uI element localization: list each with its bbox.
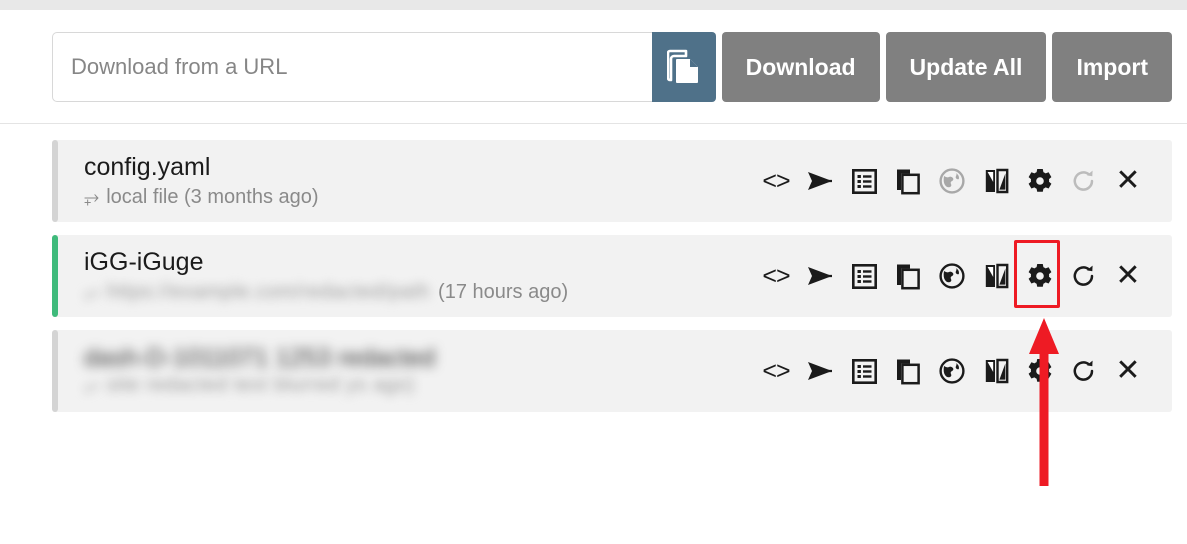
row-title: dash-D-1011071 1253 redacted — [84, 344, 754, 372]
paste-from-clipboard-button[interactable] — [651, 32, 716, 102]
toolbar-header: Download Update All Import — [0, 10, 1187, 124]
row-subtitle-timestamp: ys ago) — [345, 374, 415, 396]
row-status-accent — [52, 330, 58, 412]
copy-icon[interactable] — [886, 159, 930, 203]
row-action-icons: <> ✕ — [754, 349, 1150, 393]
send-icon[interactable] — [798, 159, 842, 203]
code-icon[interactable]: <> — [754, 159, 798, 203]
close-icon[interactable]: ✕ — [1106, 349, 1150, 393]
book-split-icon[interactable] — [974, 254, 1018, 298]
close-icon[interactable]: ✕ — [1106, 254, 1150, 298]
row-text-block: config.yaml ⥅ local file (3 months ago) — [84, 152, 754, 210]
row-subtitle-redacted: https://example.com/redacted/path — [106, 281, 431, 303]
row-text-block: dash-D-1011071 1253 redacted ⥅ site reda… — [84, 344, 754, 398]
row-subtitle: ⥅ site redacted text blurred ys ago) — [84, 372, 754, 398]
row-subtitle: ⥅ https://example.com/redacted/path (17 … — [84, 279, 754, 305]
row-title-redacted: dash-D-1011071 1253 redacted — [84, 344, 436, 372]
close-icon[interactable]: ✕ — [1106, 159, 1150, 203]
row-title: iGG-iGuge — [84, 248, 204, 276]
update-all-button[interactable]: Update All — [885, 32, 1047, 102]
download-button[interactable]: Download — [721, 32, 880, 102]
globe-icon[interactable] — [930, 349, 974, 393]
copy-icon[interactable] — [886, 254, 930, 298]
close-glyph: ✕ — [1115, 164, 1141, 197]
close-glyph: ✕ — [1115, 354, 1141, 387]
refresh-icon[interactable] — [1062, 349, 1106, 393]
globe-icon[interactable] — [930, 254, 974, 298]
table-row[interactable]: iGG-iGuge ⥅ https://example.com/redacted… — [52, 235, 1172, 317]
send-icon[interactable] — [798, 349, 842, 393]
table-row[interactable]: config.yaml ⥅ local file (3 months ago) … — [52, 140, 1172, 222]
hook-arrow-icon: ⥅ — [84, 281, 100, 303]
row-status-accent — [52, 140, 58, 222]
code-icon[interactable]: <> — [754, 349, 798, 393]
book-split-icon[interactable] — [974, 159, 1018, 203]
import-button[interactable]: Import — [1052, 32, 1172, 102]
row-subtitle-text: local file (3 months ago) — [106, 186, 319, 208]
copy-documents-icon — [666, 49, 701, 85]
row-action-icons: <> ✕ — [754, 240, 1150, 308]
code-glyph: <> — [762, 356, 790, 385]
hook-arrow-icon: ⥅ — [84, 374, 100, 396]
row-subtitle-timestamp: (17 hours ago) — [438, 281, 569, 303]
code-glyph: <> — [762, 261, 790, 290]
globe-icon[interactable] — [930, 159, 974, 203]
code-icon[interactable]: <> — [754, 254, 798, 298]
gear-icon[interactable] — [1018, 159, 1062, 203]
row-action-icons: <> ✕ — [754, 159, 1150, 203]
book-split-icon[interactable] — [974, 349, 1018, 393]
send-icon[interactable] — [798, 254, 842, 298]
source-list: config.yaml ⥅ local file (3 months ago) … — [52, 140, 1172, 425]
window-top-strip — [0, 0, 1187, 10]
code-glyph: <> — [762, 166, 790, 195]
list-icon[interactable] — [842, 159, 886, 203]
row-subtitle-redacted: site redacted text blurred — [106, 374, 340, 396]
row-status-accent — [52, 235, 58, 317]
row-subtitle: ⥅ local file (3 months ago) — [84, 184, 754, 210]
row-text-block: iGG-iGuge ⥅ https://example.com/redacted… — [84, 247, 754, 305]
table-row[interactable]: dash-D-1011071 1253 redacted ⥅ site reda… — [52, 330, 1172, 412]
refresh-icon[interactable] — [1062, 159, 1106, 203]
gear-icon[interactable] — [1018, 349, 1062, 393]
copy-icon[interactable] — [886, 349, 930, 393]
list-icon[interactable] — [842, 349, 886, 393]
row-title: config.yaml — [84, 153, 211, 181]
refresh-icon[interactable] — [1062, 254, 1106, 298]
toolbar-inner: Download Update All Import — [52, 32, 1172, 102]
close-glyph: ✕ — [1115, 259, 1141, 292]
list-icon[interactable] — [842, 254, 886, 298]
url-input[interactable] — [52, 32, 652, 102]
gear-icon[interactable] — [1014, 240, 1062, 308]
hook-arrow-icon: ⥅ — [84, 186, 100, 208]
